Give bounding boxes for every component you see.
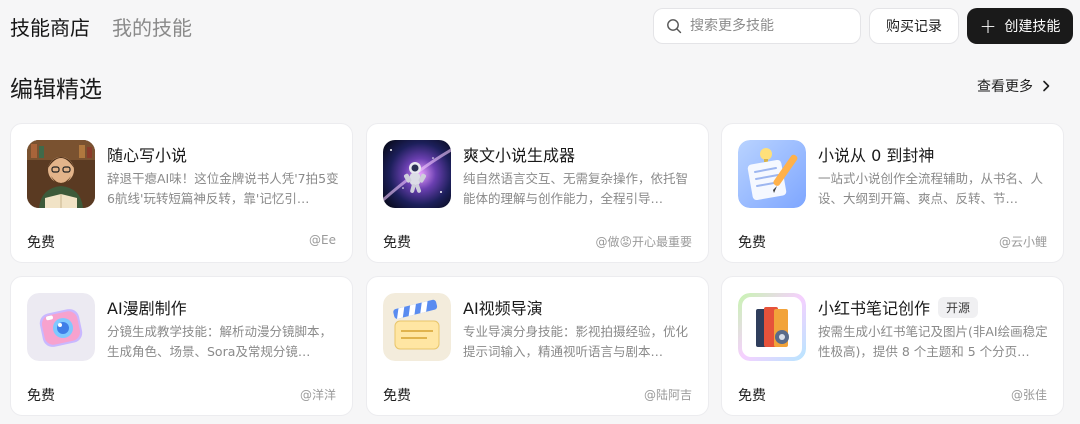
camera-icon (27, 293, 95, 361)
create-skill-label: 创建技能 (1004, 19, 1061, 35)
section-title: 编辑精选 (10, 77, 102, 103)
skill-name: 小红书笔记创作 开源 (818, 295, 979, 319)
skill-price: 免费 (738, 388, 766, 404)
skill-author: @云小鲤 (998, 235, 1047, 249)
skill-name: 随心写小说 (107, 142, 187, 166)
purchase-history-button[interactable]: 购买记录 (869, 8, 959, 44)
skill-price: 免费 (383, 235, 411, 251)
skill-card[interactable]: AI漫剧制作 分镜生成教学技能：解析动漫分镜脚本，生成角色、场景、Sora及常规… (10, 276, 353, 416)
skill-name-text: AI漫剧制作 (107, 299, 187, 318)
skill-name-text: 爽文小说生成器 (463, 146, 576, 165)
clapperboard-icon (383, 293, 451, 361)
create-skill-button[interactable]: + 创建技能 (967, 8, 1073, 44)
skill-price: 免费 (738, 235, 766, 251)
skill-name-text: 小说从 0 到封神 (818, 146, 935, 165)
purchase-history-label: 购买记录 (886, 19, 942, 35)
skill-name: 小说从 0 到封神 (818, 142, 934, 166)
skill-description: 一站式小说创作全流程辅助，从书名、人设、大纲到开篇、爽点、反转、节… (818, 171, 1044, 206)
skill-price: 免费 (383, 388, 411, 404)
skill-author: @Ee (309, 233, 336, 247)
skill-author: @张佳 (1010, 388, 1047, 402)
skill-card[interactable]: 小红书笔记创作 开源 按需生成小红书笔记及图片(非AI绘画稳定性极高)，提供 8… (721, 276, 1064, 416)
skill-name-text: 随心写小说 (107, 146, 188, 165)
skill-description: 专业导演分身技能：影视拍摄经验，优化提示词输入，精通视听语言与剧本… (463, 324, 689, 359)
see-more-link[interactable]: 查看更多 (977, 76, 1051, 96)
skill-description: 按需生成小红书笔记及图片(非AI绘画稳定性极高)，提供 8 个主题和 5 个分页… (818, 324, 1048, 359)
skill-description: 纯自然语言交互、无需复杂操作，依托智能体的理解与创作能力，全程引导… (463, 171, 689, 206)
skill-description: 分镜生成教学技能：解析动漫分镜脚本，生成角色、场景、Sora及常规分镜… (107, 324, 333, 359)
skill-name-text: 小红书笔记创作 (818, 299, 931, 318)
skill-author: @陆阿吉 (643, 388, 692, 402)
skill-card[interactable]: 爽文小说生成器 纯自然语言交互、无需复杂操作，依托智能体的理解与创作能力，全程引… (366, 123, 709, 263)
search-icon (667, 19, 682, 34)
open-source-badge: 开源 (938, 296, 979, 318)
search-input[interactable] (690, 18, 850, 34)
tab-skill-store[interactable]: 技能商店 (10, 12, 90, 41)
skill-price: 免费 (27, 388, 55, 404)
skill-price: 免费 (27, 235, 55, 251)
notebook-gear-icon (738, 293, 806, 361)
top-tabs: 技能商店 我的技能 (10, 12, 192, 41)
skill-description: 辞退干瘪AI味！这位金牌说书人凭'7拍5变6航线'玩转短篇神反转，靠'记忆引… (107, 171, 339, 206)
skill-name-text: AI视频导演 (463, 299, 543, 318)
skill-name: AI漫剧制作 (107, 295, 187, 319)
tab-my-skills[interactable]: 我的技能 (112, 12, 192, 41)
skill-card[interactable]: 随心写小说 辞退干瘪AI味！这位金牌说书人凭'7拍5变6航线'玩转短篇神反转，靠… (10, 123, 353, 263)
chevron-right-icon (1043, 80, 1050, 92)
skill-card[interactable]: 小说从 0 到封神 一站式小说创作全流程辅助，从书名、人设、大纲到开篇、爽点、反… (721, 123, 1064, 263)
astronaut-galaxy-icon (383, 140, 451, 208)
skill-author: @洋洋 (299, 388, 336, 402)
storyteller-avatar-icon (27, 140, 95, 208)
search-box (653, 8, 861, 44)
skill-name: AI视频导演 (463, 295, 543, 319)
skill-name: 爽文小说生成器 (463, 142, 575, 166)
skill-card[interactable]: AI视频导演 专业导演分身技能：影视拍摄经验，优化提示词输入，精通视听语言与剧本… (366, 276, 709, 416)
plus-icon: + (979, 14, 997, 38)
skill-author: @做😡开心最重要 (595, 235, 692, 249)
document-pen-icon (738, 140, 806, 208)
see-more-label: 查看更多 (977, 79, 1033, 95)
